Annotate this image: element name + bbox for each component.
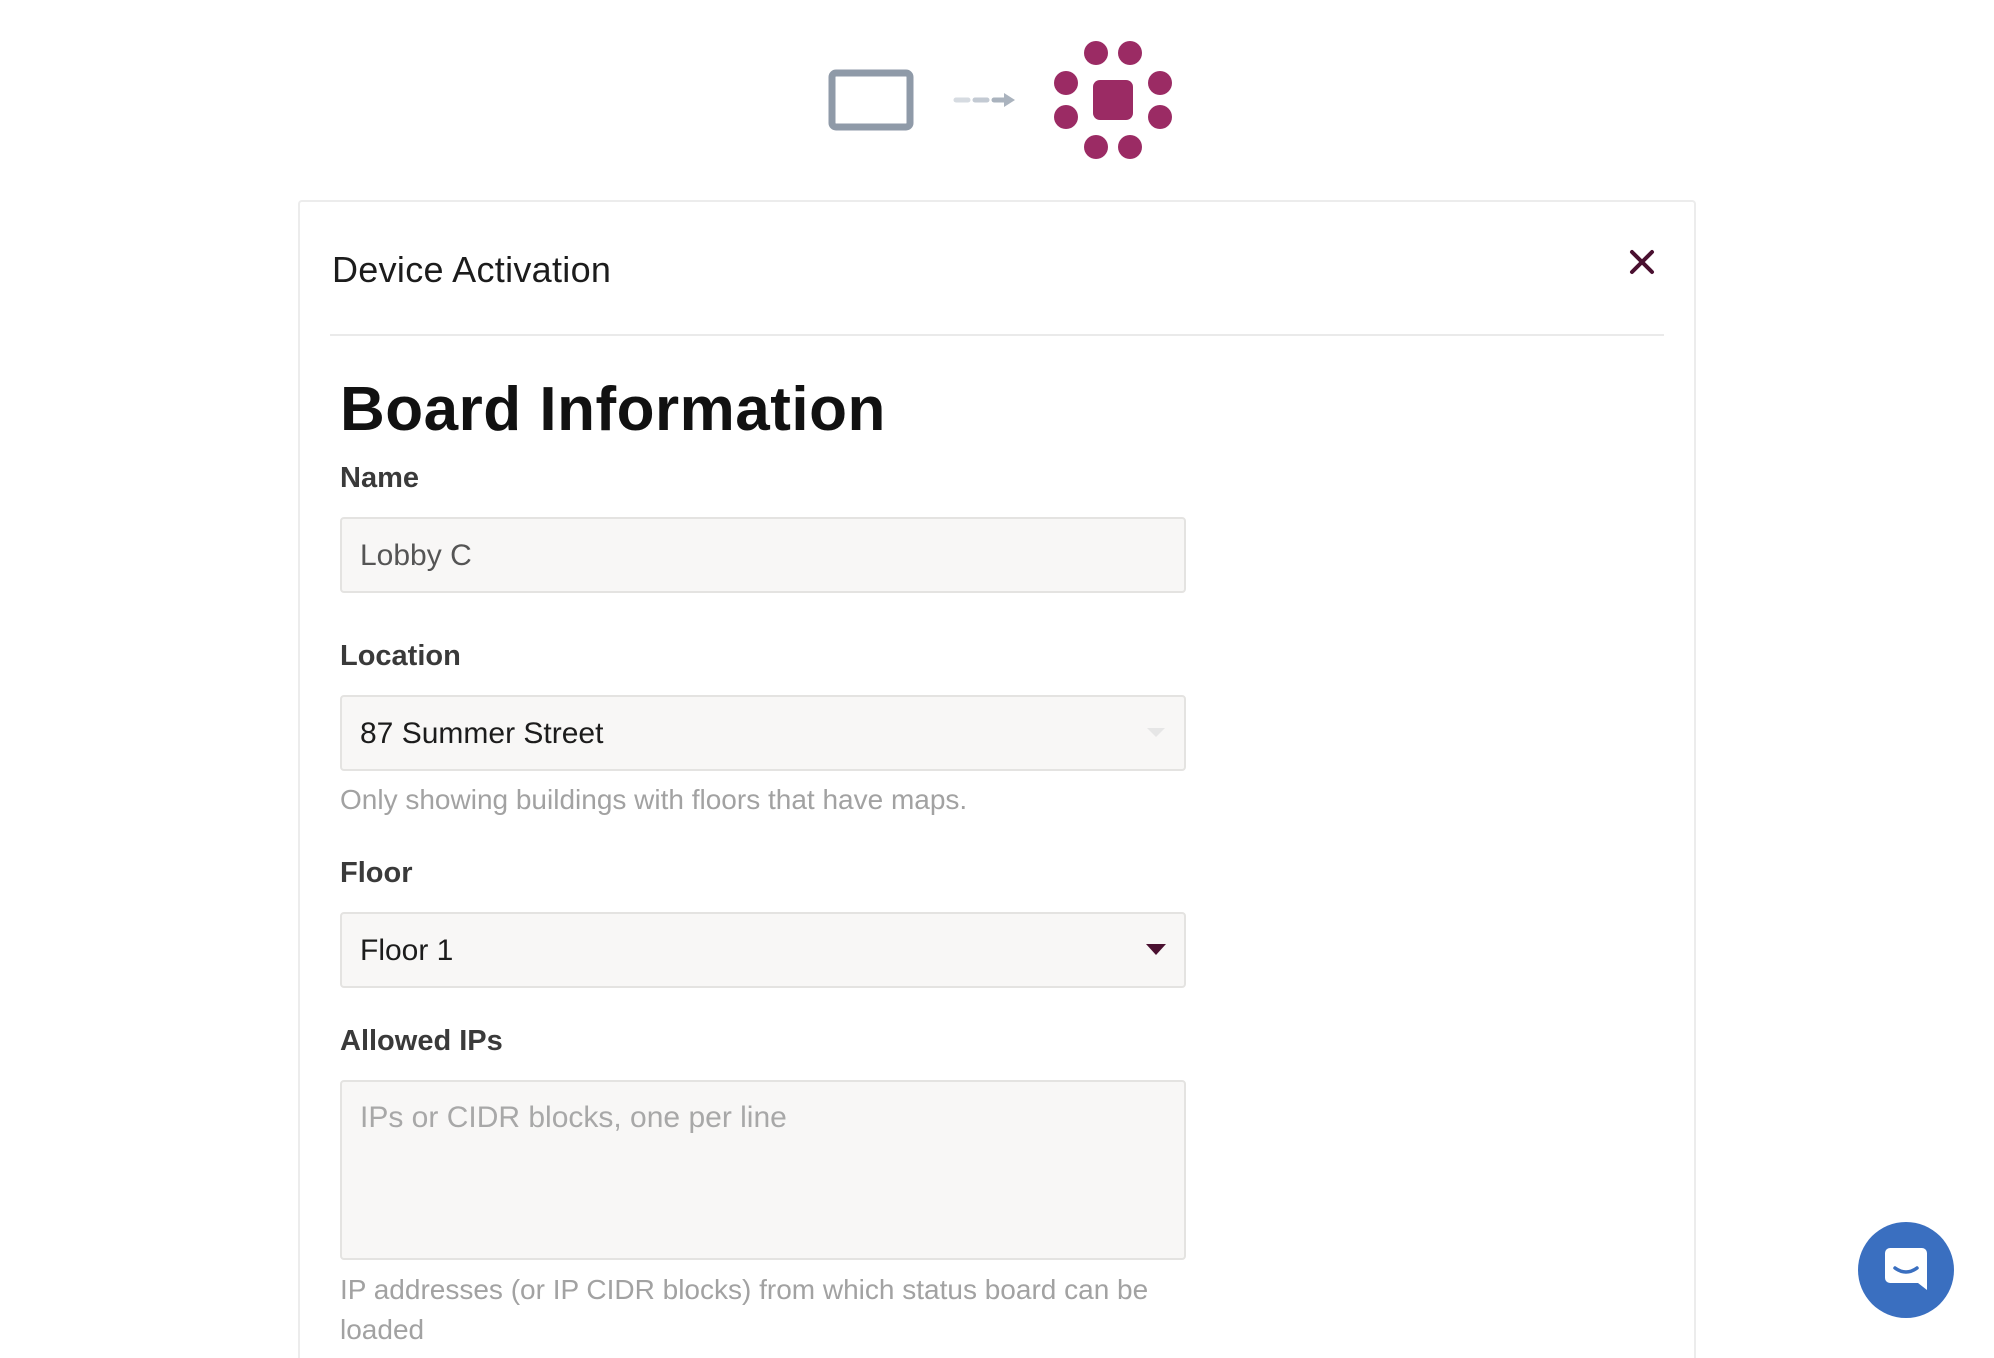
chevron-down-icon [1144,942,1168,958]
device-activation-modal: Device Activation Board Information Name… [298,200,1696,1358]
section-title: Board Information [340,375,886,444]
location-help-text: Only showing buildings with floors that … [340,784,968,815]
name-label: Name [340,462,419,494]
allowed-ips-label: Allowed IPs [340,1025,503,1057]
allowed-ips-textarea[interactable]: IPs or CIDR blocks, one per line [340,1080,1186,1260]
location-select[interactable]: 87 Summer Street [340,695,1186,771]
close-button[interactable] [1622,242,1662,282]
page: Device Activation Board Information Name… [0,0,1994,1358]
name-input[interactable]: Lobby C [340,517,1186,593]
name-input-value: Lobby C [360,539,472,572]
chat-icon [1885,1248,1927,1290]
dashed-arrow-icon [953,93,1015,107]
location-label: Location [340,640,461,672]
modal-title: Device Activation [332,249,612,290]
floor-label: Floor [340,857,413,889]
floor-select[interactable]: Floor 1 [340,912,1186,988]
floor-select-value: Floor 1 [360,934,454,967]
activation-illustration [800,30,1200,170]
allowed-ips-help-text: IP addresses (or IP CIDR blocks) from wh… [340,1274,1149,1345]
modal-header: Device Activation [330,202,1664,336]
chat-launcher-button[interactable] [1858,1222,1954,1318]
close-icon [1630,250,1654,274]
chevron-down-icon [1144,725,1168,741]
conference-table-icon [1054,41,1172,159]
allowed-ips-placeholder: IPs or CIDR blocks, one per line [360,1101,787,1134]
tablet-icon [828,69,914,131]
location-select-value: 87 Summer Street [360,717,604,750]
